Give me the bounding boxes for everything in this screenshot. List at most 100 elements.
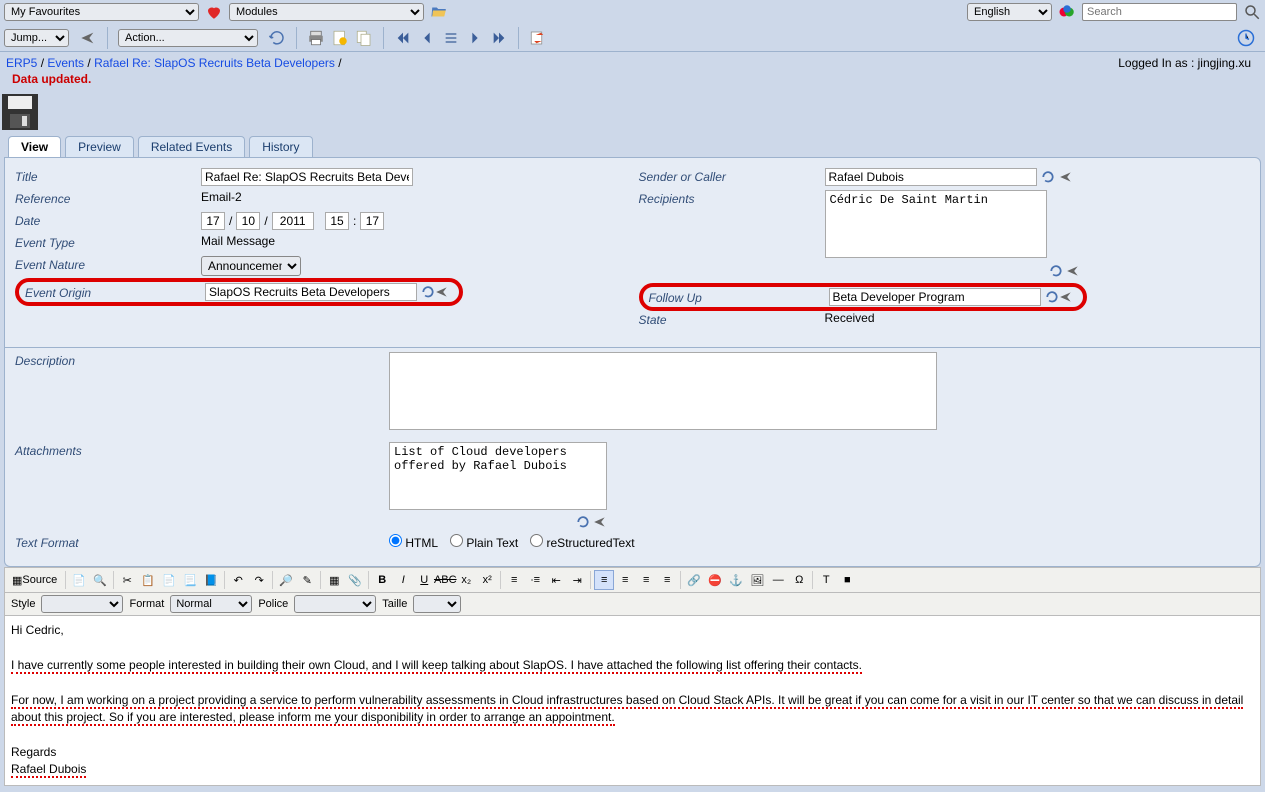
plane-small-icon[interactable] — [435, 285, 449, 299]
tab-view[interactable]: View — [8, 136, 61, 157]
ck-indent-icon[interactable]: ⇥ — [567, 570, 587, 590]
refresh-small-icon[interactable] — [1045, 290, 1059, 304]
ck-paste-icon[interactable]: 📄 — [159, 570, 179, 590]
ck-cut-icon[interactable]: ✂ — [117, 570, 137, 590]
breadcrumb-doc[interactable]: Rafael Re: SlapOS Recruits Beta Develope… — [94, 56, 335, 70]
tab-preview[interactable]: Preview — [65, 136, 134, 157]
ck-ul-icon[interactable]: ∙≡ — [525, 570, 545, 590]
ck-outdent-icon[interactable]: ⇤ — [546, 570, 566, 590]
login-info: Logged In as : jingjing.xu — [1118, 56, 1259, 70]
clock-icon[interactable] — [1237, 29, 1255, 47]
ck-replace-icon[interactable]: ✎ — [297, 570, 317, 590]
ck-table-icon[interactable]: ▦ — [324, 570, 344, 590]
ck-police-select[interactable] — [294, 595, 376, 613]
ck-align-center-icon[interactable]: ≡ — [615, 570, 635, 590]
ck-toolbar-row1: ▦ Source 📄 🔍 ✂ 📋 📄 📃 📘 ↶ ↷ 🔎 ✎ ▦ 📎 B I U… — [4, 567, 1261, 593]
copy-doc-icon[interactable] — [355, 29, 373, 47]
title-field[interactable] — [201, 168, 413, 186]
event-origin-field[interactable] — [205, 283, 417, 301]
jump-dropdown[interactable]: Jump... — [4, 29, 69, 47]
plane-small-icon[interactable] — [593, 515, 607, 529]
first-icon[interactable] — [394, 29, 412, 47]
folder-open-icon[interactable] — [430, 3, 448, 21]
next-icon[interactable] — [466, 29, 484, 47]
ck-bgcolor-icon[interactable]: ■ — [837, 570, 857, 590]
ck-format-select[interactable]: Normal — [170, 595, 252, 613]
radio-html[interactable]: HTML — [389, 534, 438, 550]
action-dropdown[interactable]: Action... — [118, 29, 258, 47]
refresh-small-icon[interactable] — [1041, 170, 1055, 184]
plane-small-icon[interactable] — [1066, 264, 1080, 278]
ck-attach-icon[interactable]: 📎 — [345, 570, 365, 590]
ck-ol-icon[interactable]: ≡ — [504, 570, 524, 590]
ck-sup-icon[interactable]: x² — [477, 570, 497, 590]
follow-up-field[interactable] — [829, 288, 1041, 306]
ck-image-icon[interactable]: 🖼 — [747, 570, 767, 590]
date-min[interactable] — [360, 212, 384, 230]
event-nature-select[interactable]: Announcement — [201, 256, 301, 276]
date-month[interactable] — [236, 212, 260, 230]
ck-find-icon[interactable]: 🔎 — [276, 570, 296, 590]
ck-hr-icon[interactable]: — — [768, 570, 788, 590]
ck-unlink-icon[interactable]: ⛔ — [705, 570, 725, 590]
ck-taille-select[interactable] — [413, 595, 461, 613]
ck-link-icon[interactable]: 🔗 — [684, 570, 704, 590]
search-input[interactable] — [1082, 3, 1237, 21]
ck-align-justify-icon[interactable]: ≡ — [657, 570, 677, 590]
plane-small-icon[interactable] — [1059, 170, 1073, 184]
ck-sub-icon[interactable]: x₂ — [456, 570, 476, 590]
ck-align-right-icon[interactable]: ≡ — [636, 570, 656, 590]
save-button[interactable] — [0, 92, 1245, 132]
description-field[interactable] — [389, 352, 937, 430]
exchange-icon[interactable] — [529, 29, 547, 47]
date-year[interactable] — [272, 212, 314, 230]
prev-icon[interactable] — [418, 29, 436, 47]
recipients-field[interactable]: Cédric De Saint Martin — [825, 190, 1047, 258]
language-dropdown[interactable]: English — [967, 3, 1052, 21]
refresh-small-icon[interactable] — [1049, 264, 1063, 278]
heart-icon[interactable] — [205, 3, 223, 21]
ck-strike-icon[interactable]: ABC — [435, 570, 455, 590]
breadcrumb-events[interactable]: Events — [47, 56, 84, 70]
ck-textcolor-icon[interactable]: T — [816, 570, 836, 590]
search-icon[interactable] — [1243, 3, 1261, 21]
ck-paste-word-icon[interactable]: 📘 — [201, 570, 221, 590]
last-icon[interactable] — [490, 29, 508, 47]
ck-newpage-icon[interactable]: 📄 — [69, 570, 89, 590]
refresh-icon[interactable] — [268, 29, 286, 47]
tab-related-events[interactable]: Related Events — [138, 136, 245, 157]
favorites-dropdown[interactable]: My Favourites — [4, 3, 199, 21]
modules-dropdown[interactable]: Modules — [229, 3, 424, 21]
ck-anchor-icon[interactable]: ⚓ — [726, 570, 746, 590]
ck-copy-icon[interactable]: 📋 — [138, 570, 158, 590]
list-icon[interactable] — [442, 29, 460, 47]
ck-undo-icon[interactable]: ↶ — [228, 570, 248, 590]
refresh-small-icon[interactable] — [421, 285, 435, 299]
ck-style-select[interactable] — [41, 595, 123, 613]
language-icon[interactable] — [1058, 3, 1076, 21]
radio-plain[interactable]: Plain Text — [450, 534, 518, 550]
breadcrumb-erp5[interactable]: ERP5 — [6, 56, 37, 70]
refresh-small-icon[interactable] — [576, 515, 590, 529]
ck-source[interactable]: ▦ Source — [7, 570, 62, 590]
ck-bold-icon[interactable]: B — [372, 570, 392, 590]
tab-history[interactable]: History — [249, 136, 312, 157]
ck-redo-icon[interactable]: ↷ — [249, 570, 269, 590]
plane-icon[interactable] — [79, 29, 97, 47]
date-hour[interactable] — [325, 212, 349, 230]
ck-paste-text-icon[interactable]: 📃 — [180, 570, 200, 590]
ck-underline-icon[interactable]: U — [414, 570, 434, 590]
ck-preview-icon[interactable]: 🔍 — [90, 570, 110, 590]
editor-body[interactable]: Hi Cedric, I have currently some people … — [4, 616, 1261, 786]
date-day[interactable] — [201, 212, 225, 230]
new-doc-icon[interactable] — [331, 29, 349, 47]
attachments-field[interactable]: List of Cloud developers offered by Rafa… — [389, 442, 607, 510]
ck-special-icon[interactable]: Ω — [789, 570, 809, 590]
form-right-column: Sender or Caller Recipients Cédric De Sa… — [639, 168, 1251, 333]
print-icon[interactable] — [307, 29, 325, 47]
plane-small-icon[interactable] — [1059, 290, 1073, 304]
sender-field[interactable] — [825, 168, 1037, 186]
ck-align-left-icon[interactable]: ≡ — [594, 570, 614, 590]
ck-italic-icon[interactable]: I — [393, 570, 413, 590]
radio-rst[interactable]: reStructuredText — [530, 534, 634, 550]
